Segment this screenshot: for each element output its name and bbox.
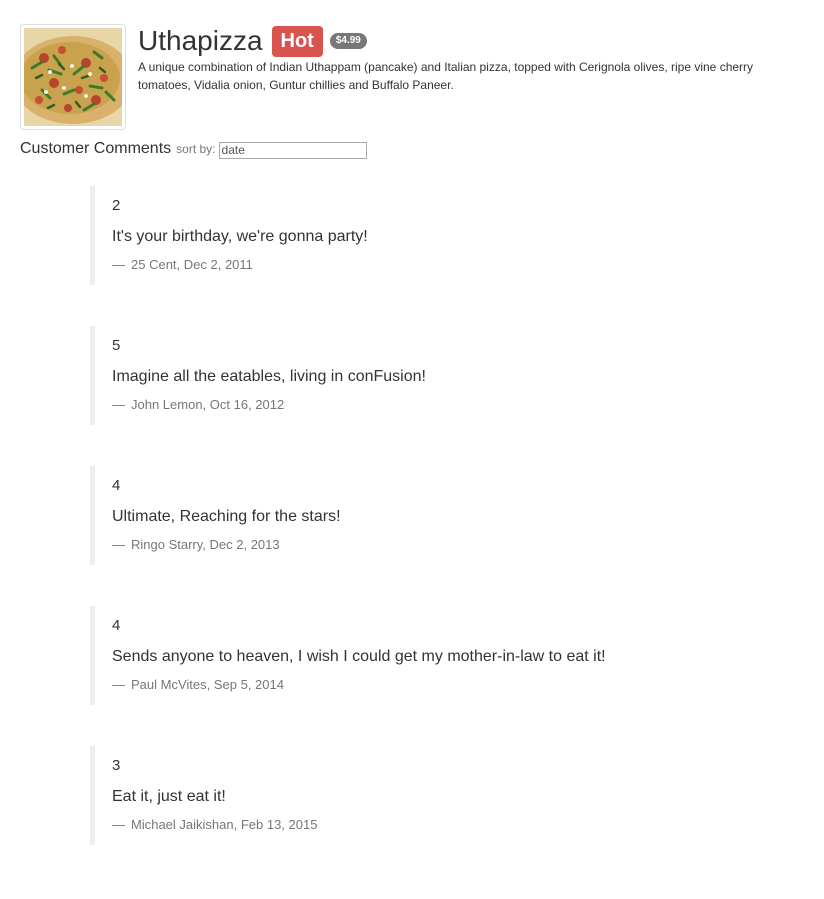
comment-text: Sends anyone to heaven, I wish I could g… <box>112 648 606 665</box>
comment-item: 3 Eat it, just eat it! — Michael Jaikisha… <box>90 746 790 845</box>
comment-text: Ultimate, Reaching for the stars! <box>112 508 341 525</box>
dish-name: Uthapizza <box>138 25 263 56</box>
comment-list: 2 It's your birthday, we're gonna party!… <box>90 186 790 886</box>
price-badge: $4.99 <box>329 33 367 49</box>
em-dash: — <box>112 677 125 692</box>
comment-rating: 4 <box>112 477 121 494</box>
comment-text: Eat it, just eat it! <box>112 788 226 805</box>
comments-header: Customer Comments sort by: <box>20 140 367 159</box>
comments-title: Customer Comments <box>20 140 172 157</box>
em-dash: — <box>112 397 125 412</box>
comment-byline: 25 Cent, Dec 2, 2011 <box>131 257 253 272</box>
comment-footer: — John Lemon, Oct 16, 2012 <box>112 396 770 414</box>
comment-footer: — Ringo Starry, Dec 2, 2013 <box>112 536 770 554</box>
comment-byline: Michael Jaikishan, Feb 13, 2015 <box>131 817 318 832</box>
comment-byline: Ringo Starry, Dec 2, 2013 <box>131 537 280 552</box>
comment-rating: 3 <box>112 757 121 774</box>
dish-heading: Uthapizza Hot $4.99 <box>138 24 367 58</box>
em-dash: — <box>112 537 125 552</box>
comment-footer: — Michael Jaikishan, Feb 13, 2015 <box>112 816 770 834</box>
hot-label: Hot <box>271 25 323 57</box>
sort-input[interactable] <box>218 141 367 159</box>
dish-thumbnail <box>20 24 126 130</box>
em-dash: — <box>112 257 125 272</box>
comment-byline: John Lemon, Oct 16, 2012 <box>131 397 285 412</box>
comment-item: 5 Imagine all the eatables, living in co… <box>90 326 790 425</box>
comment-rating: 2 <box>112 197 121 214</box>
comment-item: 4 Ultimate, Reaching for the stars! — Rin… <box>90 466 790 565</box>
dish-description: A unique combination of Indian Uthappam … <box>138 60 754 92</box>
pizza-image <box>24 28 122 126</box>
comment-rating: 5 <box>112 337 121 354</box>
sort-label: sort by: <box>176 142 216 156</box>
comment-byline: Paul McVites, Sep 5, 2014 <box>131 677 284 692</box>
comment-item: 2 It's your birthday, we're gonna party!… <box>90 186 790 285</box>
comment-item: 4 Sends anyone to heaven, I wish I could… <box>90 606 790 705</box>
comment-footer: — Paul McVites, Sep 5, 2014 <box>112 676 770 694</box>
comment-footer: — 25 Cent, Dec 2, 2011 <box>112 256 770 274</box>
comment-rating: 4 <box>112 617 121 634</box>
dish-media: Uthapizza Hot $4.99 A unique combination… <box>20 24 810 132</box>
comment-text: Imagine all the eatables, living in conF… <box>112 368 426 385</box>
em-dash: — <box>112 817 125 832</box>
comment-text: It's your birthday, we're gonna party! <box>112 228 368 245</box>
